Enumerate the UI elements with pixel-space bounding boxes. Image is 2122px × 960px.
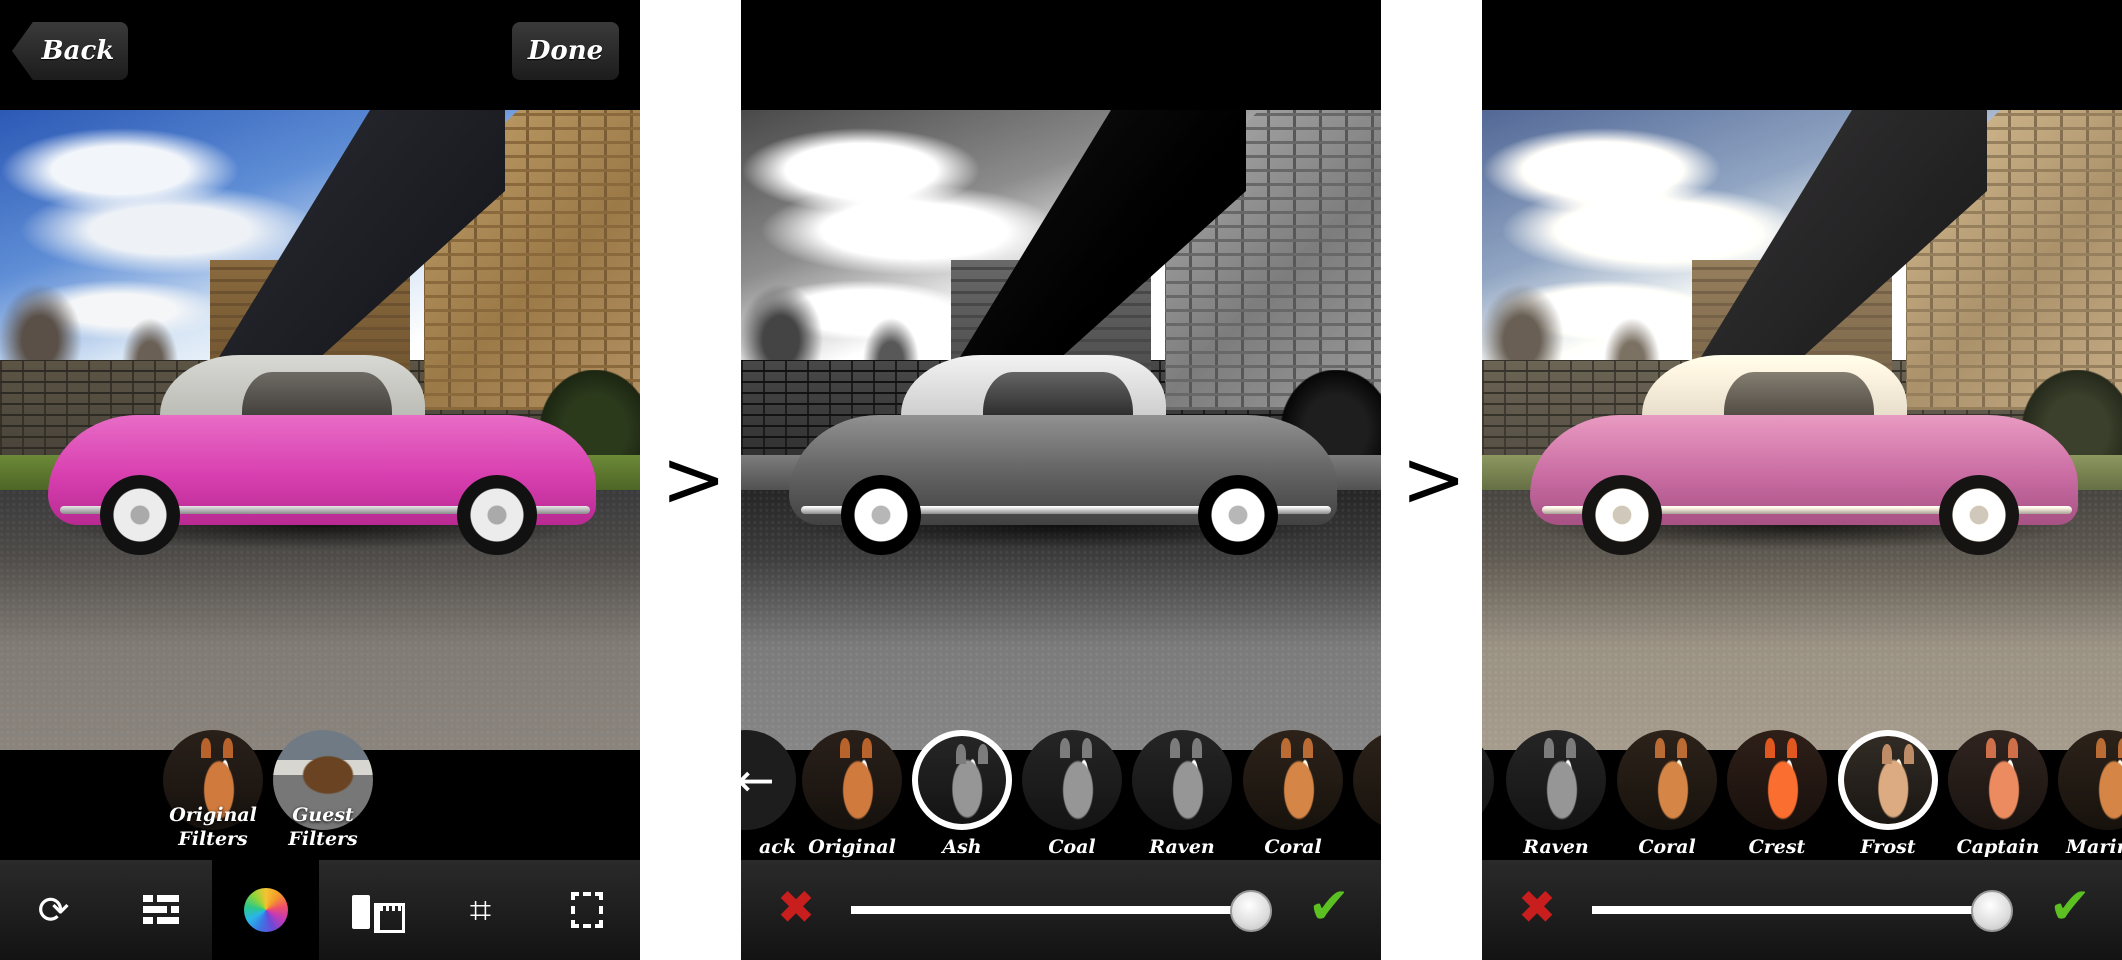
confirm-button[interactable]: ✔: [2042, 878, 2098, 934]
filters-tool-button[interactable]: [212, 860, 319, 960]
screen-filter-groups: Back Done Original Filters Guest Filters…: [0, 0, 640, 960]
edit-toolbar: ⟳ ⌗: [0, 860, 640, 960]
rotate-arrows-icon: ⟳: [37, 888, 70, 932]
confirm-button[interactable]: ✔: [1301, 878, 1357, 934]
adjustments-list-icon: [142, 895, 179, 925]
film-icon: [351, 891, 405, 933]
filter-group-guest[interactable]: Guest Filters: [273, 730, 373, 850]
filter-coral[interactable]: Coral: [1617, 730, 1717, 858]
screen-filter-frost: Raven Coral Crest Frost Captain Marin ✖ …: [1482, 0, 2122, 960]
horse-thumbnail: [802, 730, 902, 830]
back-button[interactable]: Back: [12, 22, 128, 80]
intensity-slider[interactable]: [1592, 890, 2013, 932]
photo-preview: [1482, 110, 2122, 750]
filter-intensity-bar: ✖ ✔: [741, 860, 1381, 960]
slider-knob[interactable]: [1971, 890, 2013, 932]
group-label-line2: Filters: [288, 828, 358, 850]
film-tool-button[interactable]: [320, 860, 427, 960]
horse-thumbnail: [1838, 730, 1938, 830]
horse-thumbnail: [1022, 730, 1122, 830]
filter-label: Coal: [1048, 836, 1096, 858]
horse-thumbnail: [1132, 730, 1232, 830]
arrow-left-icon: ←: [741, 753, 775, 807]
filter-label: Coral: [1638, 836, 1696, 858]
horse-thumbnail: [1727, 730, 1827, 830]
cancel-button[interactable]: ✖: [771, 882, 821, 932]
photo-preview: [0, 110, 640, 750]
filter-coal[interactable]: Coal: [1022, 730, 1122, 858]
slider-knob[interactable]: [1230, 890, 1272, 932]
filter-strip[interactable]: Raven Coral Crest Frost Captain Marin: [1482, 730, 2122, 860]
screen-filter-ash: ← ack Original Ash Coal Raven Coral ✖ ✔: [741, 0, 1381, 960]
filter-partial[interactable]: [1353, 730, 1381, 830]
group-label-line1: Guest: [292, 804, 354, 826]
filter-crest[interactable]: Crest: [1727, 730, 1827, 858]
photo-preview: [741, 110, 1381, 750]
horse-thumbnail: [912, 730, 1012, 830]
horse-thumbnail: [1243, 730, 1343, 830]
filter-raven[interactable]: Raven: [1506, 730, 1606, 858]
cancel-button[interactable]: ✖: [1512, 882, 1562, 932]
filter-raven[interactable]: Raven: [1132, 730, 1232, 858]
filter-group-original[interactable]: Original Filters: [163, 730, 263, 850]
frame-tool-button[interactable]: [533, 860, 640, 960]
filter-label: Marin: [2066, 836, 2122, 858]
filter-back[interactable]: ← ack: [741, 730, 796, 858]
horse-thumbnail: [1506, 730, 1606, 830]
horse-thumbnail: [1482, 730, 1494, 830]
frame-border-icon: [570, 892, 603, 928]
group-label-line2: Filters: [178, 828, 248, 850]
filter-label: Captain: [1956, 836, 2040, 858]
filter-label: Ash: [942, 836, 982, 858]
filter-label: Raven: [1149, 836, 1215, 858]
filter-group-strip: Original Filters Guest Filters: [0, 730, 640, 860]
filter-coral[interactable]: Coral: [1243, 730, 1343, 858]
filter-captain[interactable]: Captain: [1948, 730, 2048, 858]
filter-label: Original: [808, 836, 896, 858]
step-arrow: >: [661, 435, 727, 525]
group-label-line1: Original: [169, 804, 257, 826]
rotate-crop-icon: ⌗: [469, 887, 492, 932]
filter-strip[interactable]: ← ack Original Ash Coal Raven Coral: [741, 730, 1381, 860]
adjustments-tool-button[interactable]: [107, 860, 214, 960]
filter-label: Raven: [1523, 836, 1589, 858]
filter-marin[interactable]: Marin: [2058, 730, 2122, 858]
step-arrow: >: [1401, 435, 1467, 525]
filter-intensity-bar: ✖ ✔: [1482, 860, 2122, 960]
filter-frost[interactable]: Frost: [1838, 730, 1938, 858]
back-thumbnail: ←: [741, 730, 796, 830]
horse-thumbnail: [1948, 730, 2048, 830]
filter-label: ack: [758, 836, 796, 858]
filter-label: Crest: [1748, 836, 1806, 858]
filter-original[interactable]: Original: [802, 730, 902, 858]
horse-thumbnail: [2058, 730, 2122, 830]
intensity-slider[interactable]: [851, 890, 1272, 932]
crop-rotate-tool-button[interactable]: ⌗: [427, 860, 534, 960]
filter-ash[interactable]: Ash: [912, 730, 1012, 858]
filter-label: Coral: [1264, 836, 1322, 858]
horse-thumbnail: [1353, 730, 1381, 830]
slider-track: [851, 906, 1251, 914]
color-filter-wheel-icon: [243, 888, 288, 932]
filter-partial[interactable]: [1482, 730, 1494, 830]
done-button[interactable]: Done: [512, 22, 619, 80]
rotate-tool-button[interactable]: ⟳: [0, 860, 107, 960]
slider-track: [1592, 906, 1992, 914]
horse-thumbnail: [1617, 730, 1717, 830]
filter-label: Frost: [1860, 836, 1916, 858]
